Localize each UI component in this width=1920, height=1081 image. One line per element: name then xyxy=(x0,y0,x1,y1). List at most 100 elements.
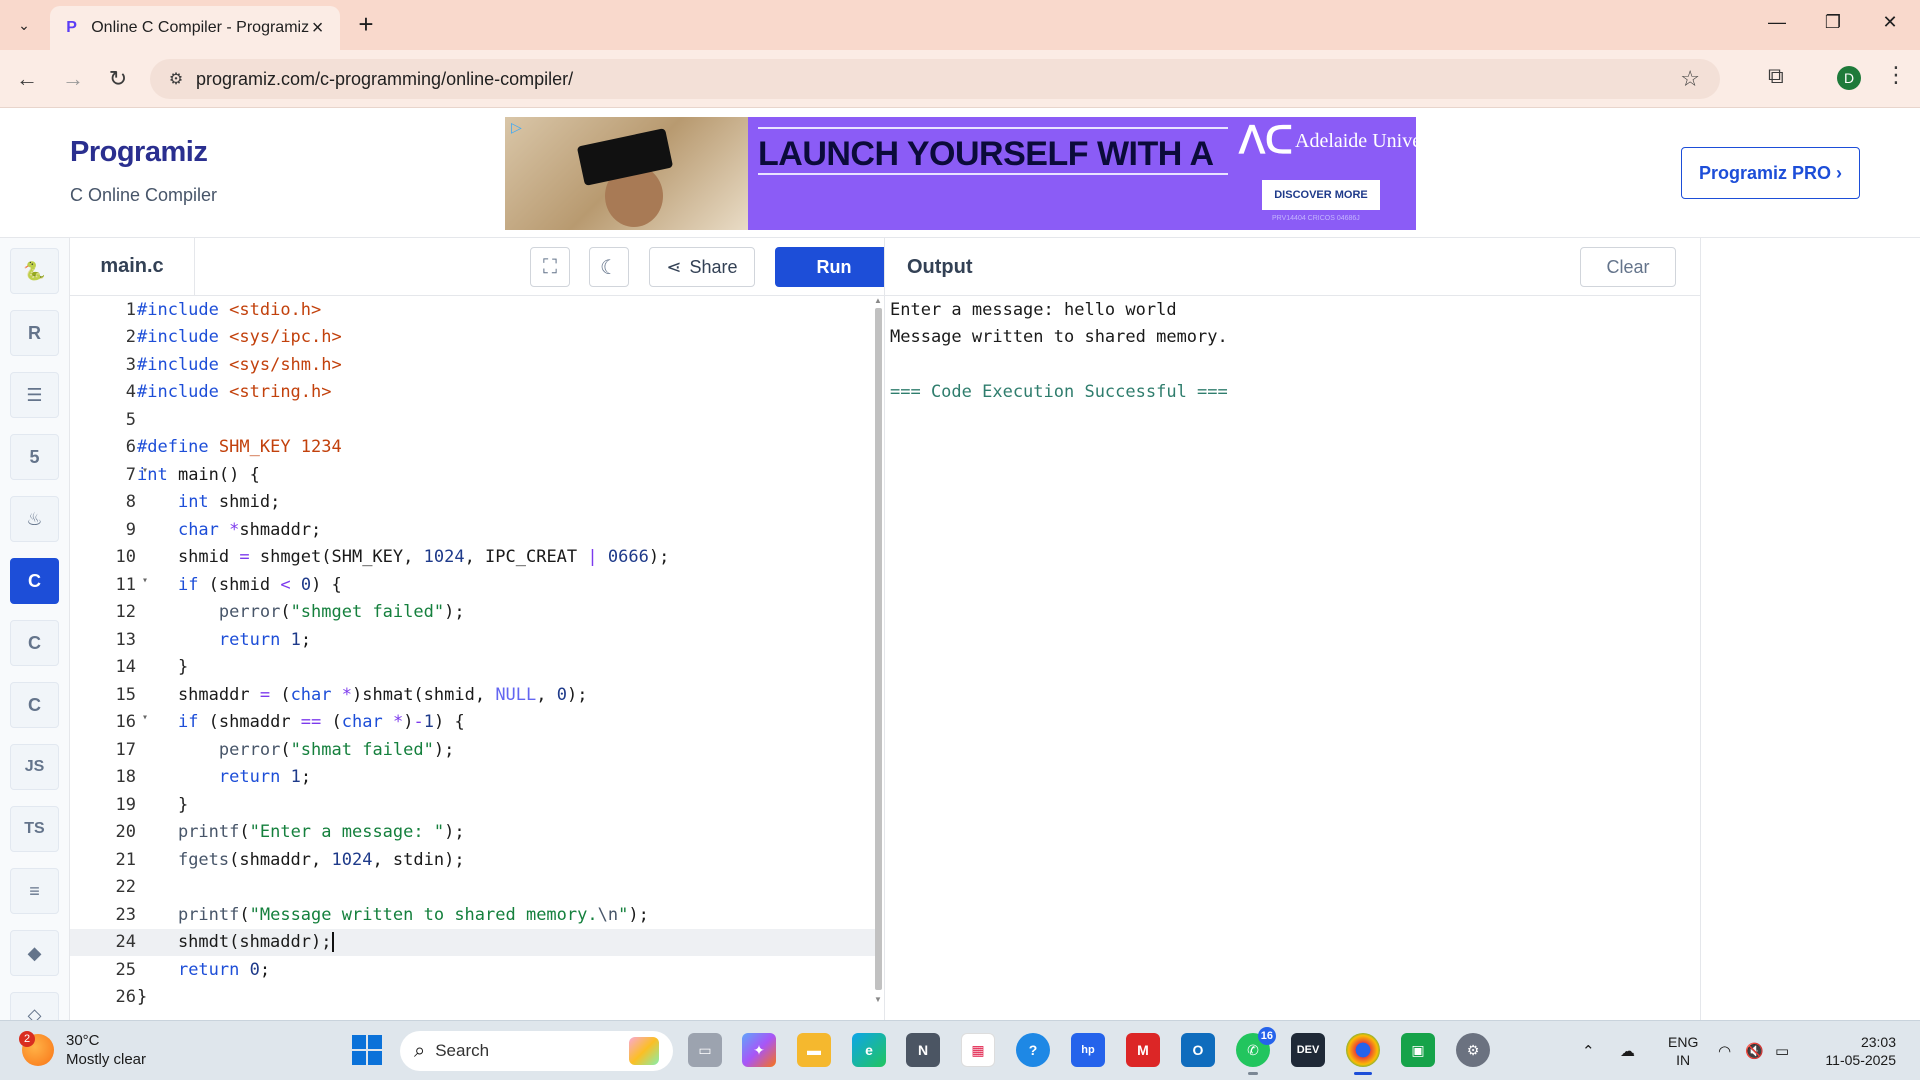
rail-js-icon[interactable]: JS xyxy=(10,744,59,790)
code-line: 13 return 1; xyxy=(115,629,312,650)
rail-csharp-icon[interactable]: C xyxy=(10,682,59,728)
weather-widget[interactable]: 2 30°C Mostly clear xyxy=(19,1031,147,1069)
new-tab-button[interactable]: + xyxy=(352,9,380,39)
dark-mode-toggle[interactable]: ☾ xyxy=(589,247,629,287)
chrome-icon[interactable] xyxy=(1346,1033,1380,1075)
settings-gear-icon[interactable]: ⚙ xyxy=(1456,1033,1490,1067)
code-line: 1 #include <stdio.h> xyxy=(125,299,322,320)
programiz-pro-button[interactable]: Programiz PRO › xyxy=(1681,147,1860,199)
taskbar-search-label: Search xyxy=(435,1041,490,1060)
fullscreen-button[interactable]: ⛶ xyxy=(530,247,570,287)
output-line: Enter a message: hello world xyxy=(890,299,1177,320)
system-clock[interactable]: 23:03 11-05-2025 xyxy=(1818,1033,1896,1069)
rail-r-icon[interactable]: R xyxy=(10,310,59,356)
taskbar-search[interactable]: ⌕ Search xyxy=(400,1031,673,1071)
microsoft-store-icon[interactable]: ▦ xyxy=(961,1033,995,1067)
code-line: 18 return 1; xyxy=(115,767,312,788)
minimize-button[interactable]: — xyxy=(1762,12,1792,33)
adchoices-icon[interactable]: ▷ xyxy=(511,119,522,136)
search-icon: ⌕ xyxy=(414,1039,426,1062)
code-line: 19 } xyxy=(115,794,189,815)
show-hidden-icons[interactable]: ⌃ xyxy=(1582,1021,1595,1081)
editor-toolbar: main.c ⛶ ☾ ⋖ Share Run xyxy=(70,238,893,296)
clear-button[interactable]: Clear xyxy=(1580,247,1676,287)
help-icon[interactable]: ? xyxy=(1016,1033,1050,1067)
edge-icon[interactable]: e xyxy=(852,1033,886,1067)
language-code: ENG xyxy=(1668,1034,1699,1050)
rail-sql-icon[interactable]: ☰ xyxy=(10,372,59,418)
whatsapp-icon[interactable]: ✆ 16 xyxy=(1236,1027,1276,1075)
restore-button[interactable]: ❐ xyxy=(1818,12,1848,33)
profile-avatar[interactable]: D xyxy=(1837,66,1861,90)
notion-icon[interactable]: N xyxy=(906,1033,940,1067)
onedrive-icon[interactable]: ☁ xyxy=(1620,1021,1635,1081)
close-window-button[interactable]: ✕ xyxy=(1875,12,1905,33)
weather-condition: Mostly clear xyxy=(66,1051,147,1068)
code-line: 17 perror("shmat failed"); xyxy=(115,739,455,760)
browser-menu-icon[interactable]: ⋮ xyxy=(1885,62,1907,88)
outlook-icon[interactable]: O xyxy=(1181,1033,1215,1067)
text-cursor xyxy=(332,932,335,953)
windows-start-icon[interactable] xyxy=(352,1035,382,1065)
rail-cpp-icon[interactable]: C xyxy=(10,620,59,666)
clock-time: 23:03 xyxy=(1860,1034,1896,1050)
rail-ts-icon[interactable]: TS xyxy=(10,806,59,852)
rail-java-icon[interactable]: ♨ xyxy=(10,496,59,542)
rail-more-icon[interactable]: ◇ xyxy=(10,992,59,1020)
code-line: 5 xyxy=(125,409,136,430)
mcafee-icon[interactable]: M xyxy=(1126,1033,1160,1067)
battery-icon[interactable]: ▭ xyxy=(1775,1021,1789,1081)
wifi-icon[interactable]: ◠ xyxy=(1718,1021,1731,1081)
programiz-logo[interactable]: Programiz xyxy=(70,136,208,169)
code-line: 3 #include <sys/shm.h> xyxy=(125,354,342,375)
code-line: 15 shmaddr = (char *)shmat(shmid, NULL, … xyxy=(115,684,588,705)
myhp-icon[interactable]: hp xyxy=(1071,1033,1105,1067)
back-button[interactable]: ← xyxy=(12,64,42,94)
run-button[interactable]: Run xyxy=(775,247,893,287)
site-info-icon[interactable]: ⚙ xyxy=(156,69,196,89)
whatsapp-badge: 16 xyxy=(1257,1027,1276,1045)
rail-c-icon[interactable]: C xyxy=(10,558,59,604)
editor-scrollbar[interactable]: ▲ ▼ xyxy=(874,296,883,1005)
share-label: Share xyxy=(689,256,738,277)
url-field[interactable]: ⚙ programiz.com/c-programming/online-com… xyxy=(150,59,1720,99)
search-highlight-icon xyxy=(629,1037,659,1065)
code-line: 9 char *shmaddr; xyxy=(125,519,322,540)
weather-sun-icon: 2 xyxy=(19,1031,54,1066)
scroll-down-icon[interactable]: ▼ xyxy=(874,995,882,1004)
rail-swift-icon[interactable]: ◆ xyxy=(10,930,59,976)
scroll-up-icon[interactable]: ▲ xyxy=(874,296,882,305)
task-view-icon[interactable]: ▭ xyxy=(688,1033,722,1067)
rail-go-icon[interactable]: ≡ xyxy=(10,868,59,914)
code-line: 22 xyxy=(115,877,136,898)
ad-discover-button[interactable]: DISCOVER MORE xyxy=(1262,180,1380,210)
classroom-icon[interactable]: ▣ xyxy=(1401,1033,1435,1067)
share-button[interactable]: ⋖ Share xyxy=(649,247,755,287)
forward-button[interactable]: → xyxy=(58,64,88,94)
language-region: IN xyxy=(1676,1052,1691,1068)
output-line: Message written to shared memory. xyxy=(890,327,1228,347)
close-tab-icon[interactable]: × xyxy=(309,17,326,40)
language-sidebar: 🐍 R ☰ 5 ♨ C C C JS TS ≡ ◆ ◇ xyxy=(0,238,70,1020)
dev-cpp-icon[interactable]: DEV xyxy=(1291,1033,1325,1067)
tab-search-dropdown[interactable]: ⌄ xyxy=(10,12,38,38)
file-explorer-icon[interactable]: ▬ xyxy=(797,1033,831,1067)
extensions-icon[interactable]: ⧉ xyxy=(1768,63,1784,89)
rail-python-icon[interactable]: 🐍 xyxy=(10,248,59,294)
rail-html-icon[interactable]: 5 xyxy=(10,434,59,480)
file-tab-main-c[interactable]: main.c xyxy=(70,238,195,295)
language-indicator[interactable]: ENG IN xyxy=(1668,1033,1698,1069)
ad-photo xyxy=(505,117,748,230)
bookmark-star-icon[interactable]: ☆ xyxy=(1680,66,1700,92)
address-bar-row: ← → ↻ ⚙ programiz.com/c-programming/onli… xyxy=(0,50,1920,108)
browser-tab[interactable]: P Online C Compiler - Programiz × xyxy=(50,6,340,50)
code-line: 12 perror("shmget failed"); xyxy=(115,602,465,623)
copilot-icon[interactable]: ✦ xyxy=(742,1033,776,1067)
code-line-active: 24 shmdt(shmaddr); xyxy=(70,928,877,956)
reload-button[interactable]: ↻ xyxy=(103,64,133,94)
editor-scroll-thumb[interactable] xyxy=(875,308,882,990)
volume-muted-icon[interactable]: 🔇 xyxy=(1745,1021,1764,1081)
code-editor[interactable]: 1 #include <stdio.h> 2 #include <sys/ipc.h… xyxy=(70,296,877,1020)
advertisement-banner[interactable]: ▷ LAUNCH YOURSELF WITH A ᐱᑕ Adelaide Uni… xyxy=(505,117,1416,230)
code-line: 2 #include <sys/ipc.h> xyxy=(125,327,342,348)
